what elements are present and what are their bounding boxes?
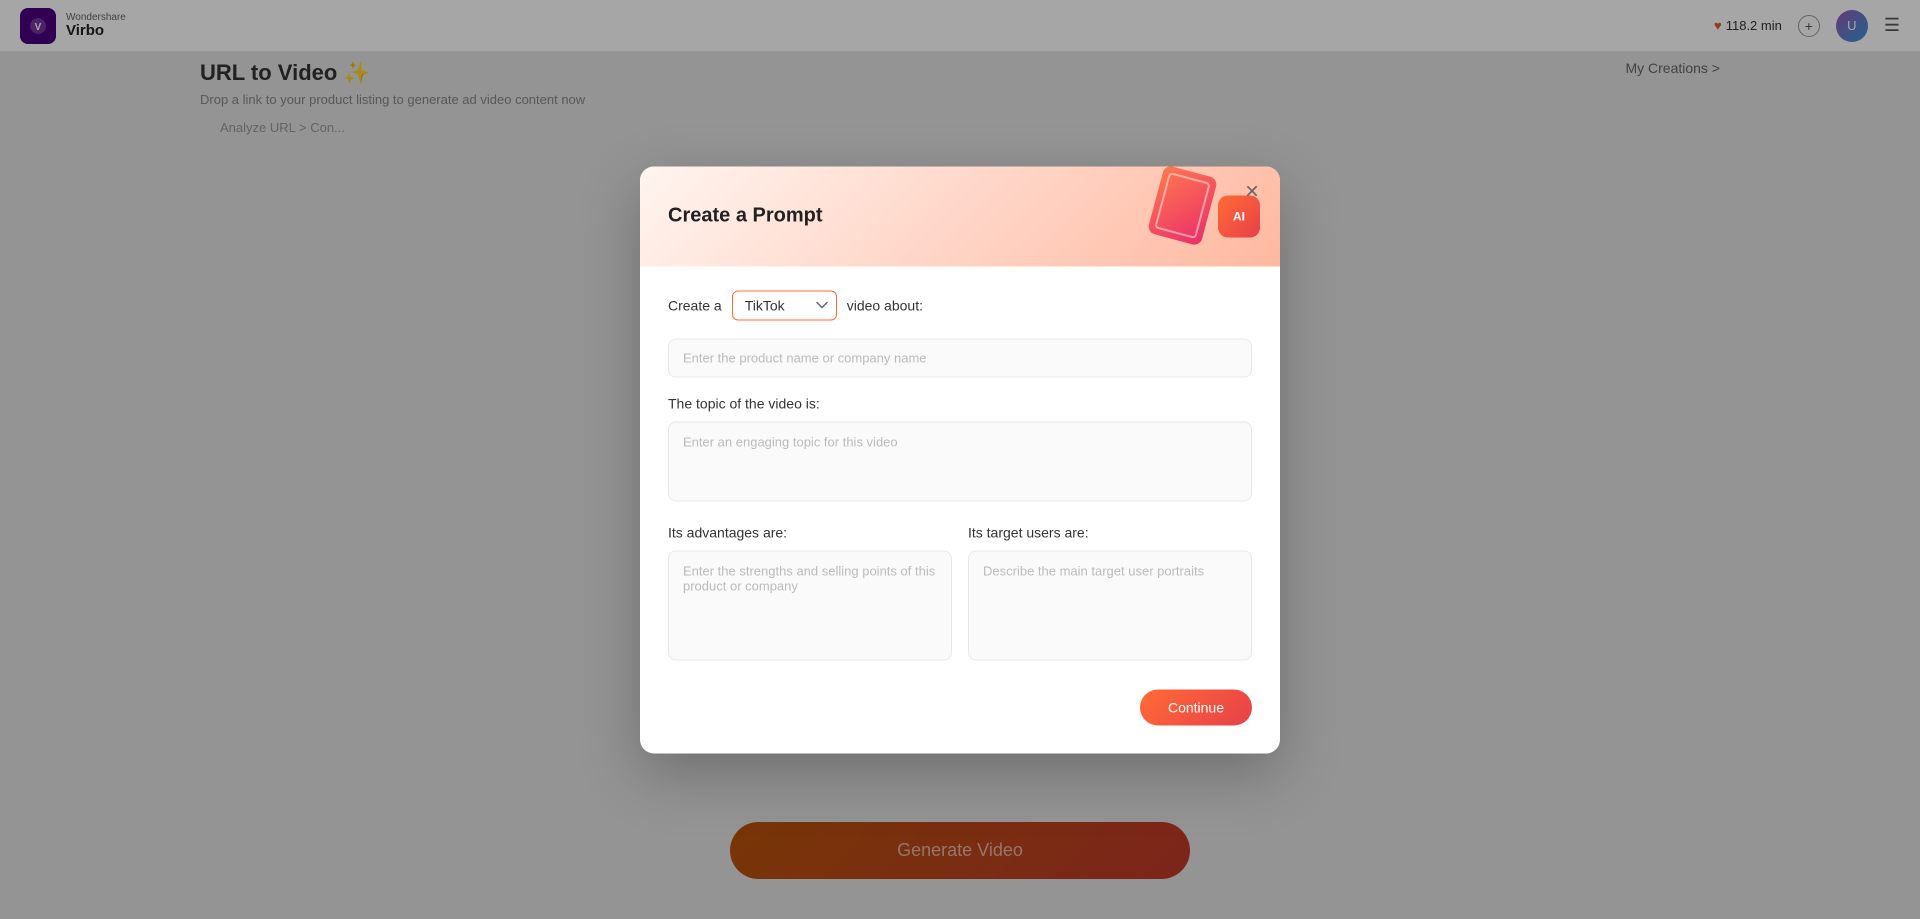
advantages-section: Its advantages are: [668,524,952,665]
create-prefix: Create a [668,297,722,313]
two-column-section: Its advantages are: Its target users are… [668,524,1252,665]
product-name-input[interactable] [668,338,1252,377]
modal-footer: Continue [668,689,1252,725]
topic-label: The topic of the video is: [668,395,1252,411]
target-users-section: Its target users are: [968,524,1252,665]
platform-select[interactable]: TikTok Instagram YouTube Facebook [732,290,837,320]
modal-header: Create a Prompt AI ✕ [640,166,1280,266]
close-button[interactable]: ✕ [1240,180,1264,204]
modal-body: Create a TikTok Instagram YouTube Facebo… [640,266,1280,753]
create-suffix: video about: [847,297,923,313]
create-prompt-modal: Create a Prompt AI ✕ Create a TikTok Ins… [640,166,1280,753]
target-users-textarea[interactable] [968,550,1252,660]
continue-button[interactable]: Continue [1140,689,1252,725]
topic-textarea[interactable] [668,421,1252,501]
modal-title: Create a Prompt [668,205,823,228]
advantages-label: Its advantages are: [668,524,952,540]
phone-decoration [1147,166,1218,246]
advantages-textarea[interactable] [668,550,952,660]
platform-row: Create a TikTok Instagram YouTube Facebo… [668,290,1252,320]
target-users-label: Its target users are: [968,524,1252,540]
